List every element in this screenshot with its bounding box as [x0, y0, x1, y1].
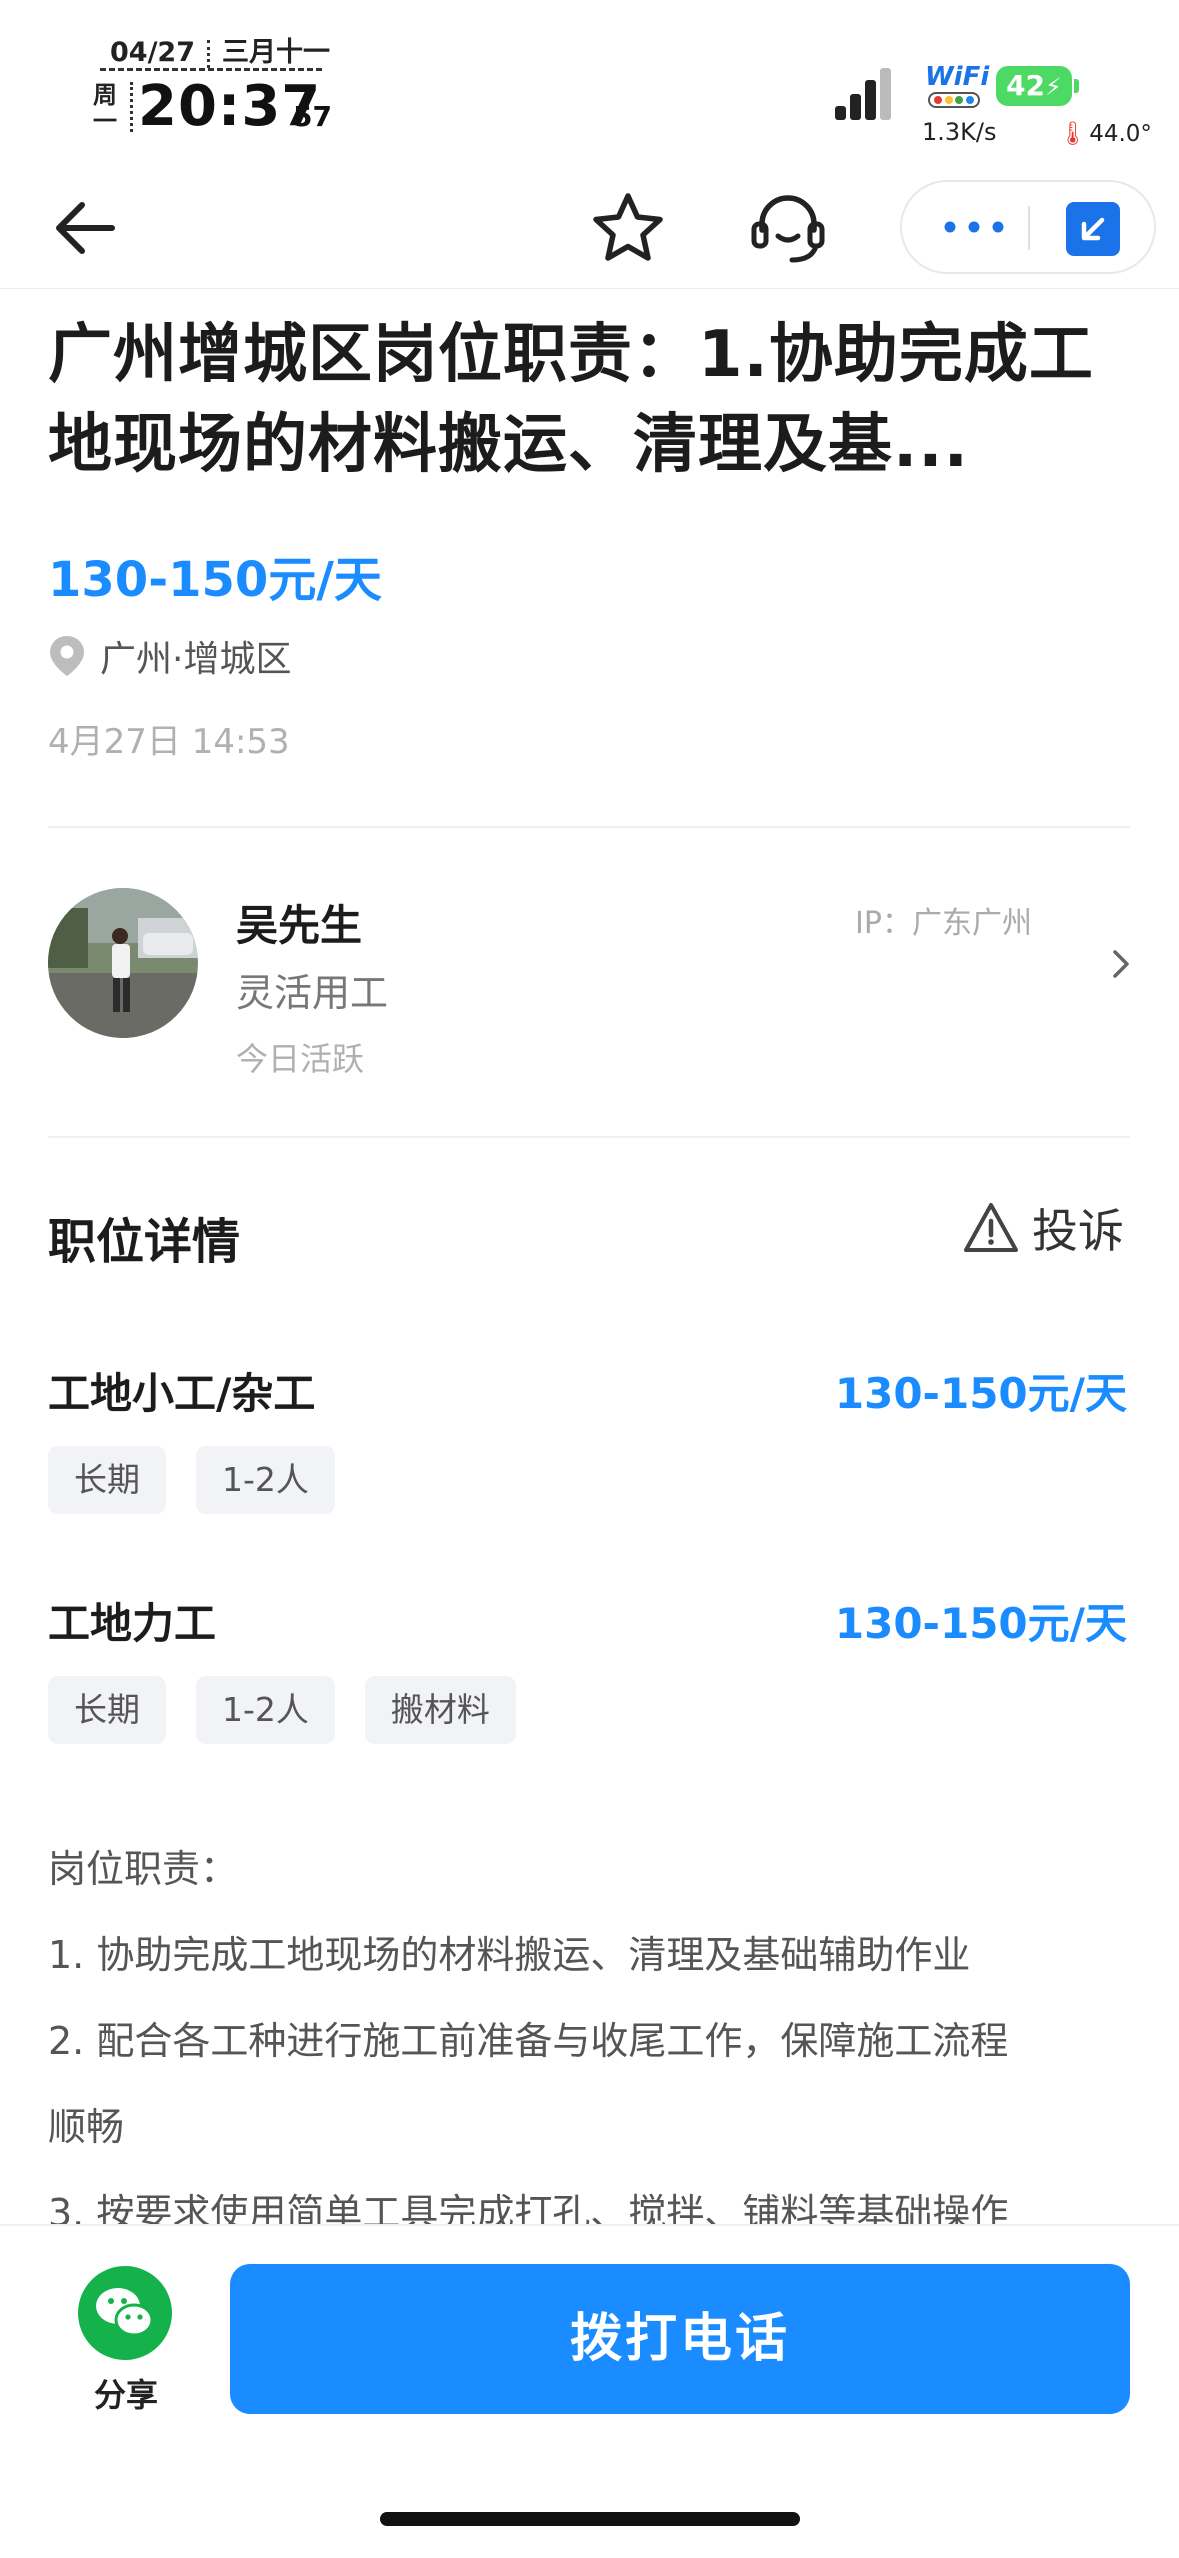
wifi-icon — [928, 92, 980, 108]
favorite-button[interactable] — [588, 188, 668, 268]
lunar-date: 三月十一 — [222, 37, 331, 68]
publisher-ip: IP：广东广州 — [855, 906, 1032, 941]
avatar[interactable] — [48, 888, 198, 1038]
exit-miniapp-icon — [1081, 217, 1105, 241]
status-date: 04/27 三月十一 — [110, 37, 331, 68]
status-weekday: 周一 — [93, 81, 117, 135]
star-icon — [593, 193, 663, 261]
duty-line: 顺畅 — [48, 2105, 125, 2149]
section-title: 职位详情 — [48, 1214, 241, 1270]
job-salary: 130-150元/天 — [48, 552, 382, 608]
share-button[interactable] — [78, 2266, 172, 2360]
tag: 搬材料 — [364, 1676, 516, 1744]
duty-line: 2. 配合各工种进行施工前准备与收尾工作，保障施工流程 — [48, 2019, 1009, 2063]
status-divider — [100, 68, 322, 71]
capsule-divider — [1028, 206, 1030, 250]
customer-service-button[interactable] — [746, 186, 830, 270]
back-button[interactable] — [50, 192, 122, 264]
back-arrow-icon — [56, 202, 115, 254]
job-title: 广州增城区岗位职责：1.协助完成工地现场的材料搬运、清理及基... — [48, 318, 1094, 482]
battery-indicator: 42⚡ — [996, 66, 1079, 106]
share-label: 分享 — [94, 2376, 159, 2414]
position-name: 工地力工 — [48, 1599, 217, 1648]
tag: 1-2人 — [196, 1676, 335, 1744]
complain-label: 投诉 — [1032, 1204, 1124, 1258]
position-pay: 130-150元/天 — [834, 1599, 1127, 1648]
position-tags: 长期 1-2人 搬材料 — [48, 1676, 516, 1744]
chevron-right-icon[interactable] — [1106, 946, 1136, 982]
miniapp-capsule — [900, 180, 1156, 274]
duty-line: 岗位职责： — [48, 1847, 239, 1891]
exit-miniapp-button[interactable] — [1066, 202, 1120, 256]
call-button[interactable]: 拨打电话 — [230, 2264, 1130, 2414]
tag: 长期 — [48, 1676, 166, 1744]
position-name: 工地小工/杂工 — [48, 1369, 316, 1418]
thermometer-icon: 🌡 — [1058, 121, 1088, 147]
divider — [48, 1136, 1130, 1138]
publisher-name: 吴先生 — [236, 901, 363, 950]
publisher-active-status: 今日活跃 — [236, 1040, 365, 1078]
divider — [48, 826, 1130, 828]
complain-button[interactable]: 投诉 — [962, 1198, 1124, 1258]
position-tags: 长期 1-2人 — [48, 1446, 335, 1514]
job-location: 广州·增城区 — [100, 639, 292, 680]
home-indicator[interactable] — [380, 2512, 800, 2526]
post-time: 4月27日 14:53 — [48, 722, 290, 762]
job-duties: 岗位职责： 1. 协助完成工地现场的材料搬运、清理及基础辅助作业 2. 配合各工… — [48, 1826, 1138, 2256]
signal-icon — [835, 62, 905, 120]
wechat-icon — [96, 2288, 154, 2337]
customer-service-icon — [751, 195, 825, 263]
temperature: 🌡44.0° — [1058, 121, 1152, 147]
wifi-label: WiFi — [925, 62, 990, 92]
nav-divider — [0, 288, 1179, 289]
status-separator — [130, 82, 133, 132]
publisher-role: 灵活用工 — [236, 971, 389, 1015]
tag: 1-2人 — [196, 1446, 335, 1514]
avatar-photo — [48, 888, 198, 1038]
duty-line: 1. 协助完成工地现场的材料搬运、清理及基础辅助作业 — [48, 1933, 971, 1977]
net-speed: 1.3K/s — [922, 118, 997, 146]
tag: 长期 — [48, 1446, 166, 1514]
more-icon[interactable] — [934, 212, 1014, 242]
position-pay: 130-150元/天 — [834, 1369, 1127, 1418]
location-pin-icon — [50, 636, 84, 676]
status-seconds: 57 — [293, 100, 332, 133]
warning-icon — [964, 1203, 1018, 1252]
